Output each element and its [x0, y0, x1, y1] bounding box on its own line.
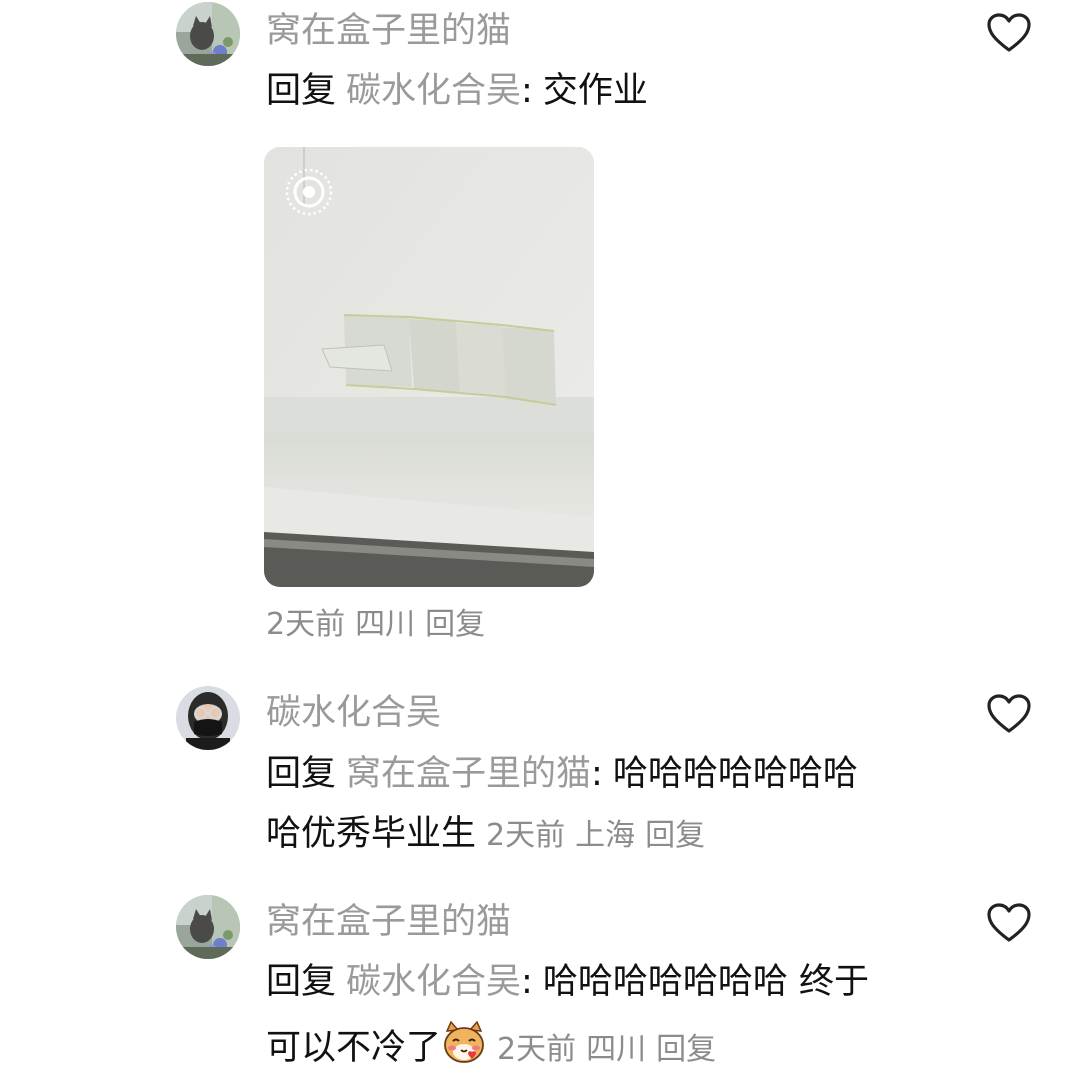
- comment-time: 2天前: [497, 1032, 577, 1067]
- separator: :: [521, 962, 533, 1002]
- avatar[interactable]: [176, 895, 240, 959]
- comment-location: 上海: [575, 818, 636, 853]
- comment-username[interactable]: 碳水化合吴: [266, 691, 441, 735]
- avatar[interactable]: [176, 686, 240, 750]
- reply-button[interactable]: 回复: [656, 1032, 716, 1067]
- comment-time: 2天前: [486, 818, 566, 853]
- reply-to-username[interactable]: 窝在盒子里的猫: [346, 754, 591, 794]
- avatar[interactable]: [176, 2, 240, 66]
- like-button[interactable]: [986, 693, 1032, 735]
- comment-location: 四川: [355, 607, 416, 642]
- comment-username[interactable]: 窝在盒子里的猫: [266, 900, 511, 944]
- live-photo-icon: [285, 168, 333, 216]
- comment-body: 哈优秀毕业生: [266, 814, 477, 854]
- comment-text-continued: 可以不冷了 2天前 四川 回复: [266, 1021, 716, 1073]
- heart-outline-icon: [987, 694, 1031, 733]
- comment-body: 可以不冷了: [266, 1028, 442, 1068]
- reply-label: 回复: [266, 71, 337, 111]
- comment-location: 四川: [586, 1032, 647, 1067]
- comment-photo[interactable]: [264, 147, 594, 587]
- comment-text-continued: 哈优秀毕业生 2天前 上海 回复: [266, 811, 705, 859]
- comment-text: 回复 碳水化合吴: 哈哈哈哈哈哈哈 终于: [266, 959, 869, 1005]
- comment-item: 窝在盒子里的猫 回复 碳水化合吴: 交作业 2天前 四川 回复: [0, 0, 1080, 660]
- comment-body: 哈哈哈哈哈哈哈: [612, 754, 858, 794]
- reply-label: 回复: [266, 754, 337, 794]
- reply-to-username[interactable]: 碳水化合吴: [346, 71, 521, 111]
- comment-body: 交作业: [542, 71, 648, 111]
- comment-time: 2天前: [266, 607, 346, 642]
- like-button[interactable]: [986, 12, 1032, 54]
- comment-meta: 2天前 四川 回复: [266, 605, 485, 645]
- like-button[interactable]: [986, 902, 1032, 944]
- reply-button[interactable]: 回复: [645, 818, 705, 853]
- heart-outline-icon: [987, 13, 1031, 52]
- reply-to-username[interactable]: 碳水化合吴: [346, 962, 521, 1002]
- separator: :: [521, 71, 533, 111]
- comment-text: 回复 窝在盒子里的猫: 哈哈哈哈哈哈哈: [266, 751, 858, 797]
- separator: :: [591, 754, 603, 794]
- comment-text: 回复 碳水化合吴: 交作业: [266, 68, 648, 114]
- comment-body: 哈哈哈哈哈哈哈 终于: [542, 962, 869, 1002]
- reply-button[interactable]: 回复: [425, 607, 485, 642]
- cat-blush-emoji: [444, 1021, 484, 1063]
- reply-label: 回复: [266, 962, 337, 1002]
- heart-outline-icon: [987, 903, 1031, 942]
- comment-username[interactable]: 窝在盒子里的猫: [266, 9, 511, 53]
